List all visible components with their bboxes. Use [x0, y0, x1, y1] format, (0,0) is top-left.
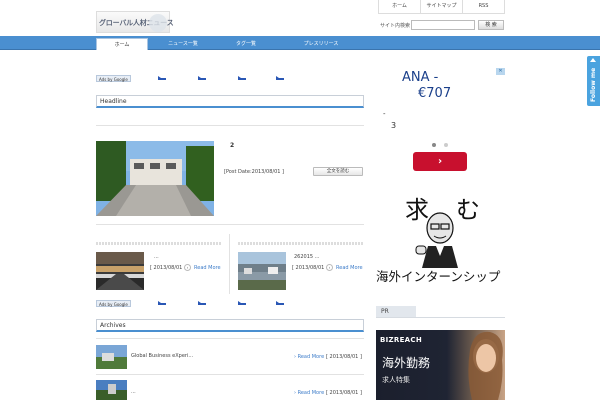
- divider: [96, 338, 364, 339]
- nav-tag-list[interactable]: タグ一覧: [222, 38, 270, 50]
- ad-link[interactable]: [276, 76, 284, 80]
- pr-divider: [376, 317, 505, 318]
- ad-line-b: 3: [391, 121, 397, 130]
- building-photo: [96, 141, 214, 216]
- divider: [96, 125, 364, 126]
- pr-subline: 求人特集: [382, 376, 410, 384]
- archive-thumbnail[interactable]: [96, 345, 127, 369]
- pr-label: PR: [376, 306, 416, 317]
- read-more-link[interactable]: Read More: [194, 265, 221, 271]
- ad-link[interactable]: [158, 301, 166, 305]
- read-more-label: Read More: [297, 390, 325, 396]
- headline-item-title[interactable]: 2: [230, 142, 234, 149]
- ad-internship-text: 海外インターンシップ: [376, 269, 501, 284]
- archive-item-date: [ 2013/08/01 ]: [326, 390, 362, 396]
- ad-link[interactable]: [198, 301, 206, 305]
- sub-article-photo[interactable]: [238, 252, 286, 290]
- carousel-dot-active[interactable]: [432, 143, 436, 147]
- top-links: ホーム サイトマップ RSS: [378, 0, 505, 14]
- ad-link[interactable]: [276, 301, 284, 305]
- pr-banner[interactable]: BIZREACH 海外勤務 求人特集: [376, 330, 505, 400]
- ad-link[interactable]: [238, 301, 246, 305]
- divider: [96, 242, 221, 245]
- divider: [96, 374, 364, 375]
- next-button[interactable]: ›: [413, 152, 467, 171]
- pr-brand: BIZREACH: [380, 336, 423, 344]
- sub-article-title[interactable]: 262015 ...: [294, 254, 319, 260]
- sub-article-date: [ 2013/08/01: [292, 265, 325, 271]
- headline-post-date: [Post Date:2013/08/01 ]: [224, 169, 284, 175]
- search-label: サイト内検索: [380, 23, 411, 29]
- top-link-home[interactable]: ホーム: [378, 0, 420, 13]
- top-link-sitemap[interactable]: サイトマップ: [420, 0, 462, 13]
- ads-by-google-badge[interactable]: Ads by Google: [96, 75, 131, 82]
- sub-article-title[interactable]: ...: [154, 254, 159, 260]
- model-photo: [468, 331, 503, 400]
- archive-item-title[interactable]: ...: [131, 389, 136, 395]
- nav-home[interactable]: ホーム: [96, 38, 148, 50]
- chevron-right-icon[interactable]: ›: [184, 264, 191, 271]
- read-more-link[interactable]: › Read More: [294, 354, 324, 360]
- ad-price-text: €707: [418, 86, 452, 101]
- archives-section-title: Archives: [96, 319, 364, 332]
- ad-airline-text: ANA -: [402, 70, 439, 85]
- headline-section-title: Headline: [96, 95, 364, 108]
- read-more-label: Read More: [297, 354, 325, 360]
- top-link-rss[interactable]: RSS: [462, 0, 505, 13]
- search-input[interactable]: [411, 20, 475, 30]
- headline-photo[interactable]: [96, 141, 214, 216]
- sub-article-photo[interactable]: [96, 252, 144, 290]
- read-more-link[interactable]: › Read More: [294, 390, 324, 396]
- globe-icon: [149, 14, 167, 32]
- recruiter-illustration: [415, 212, 458, 268]
- follow-me-tab[interactable]: Follow me: [587, 56, 600, 106]
- follow-me-label: Follow me: [590, 67, 597, 102]
- read-full-text-button[interactable]: 全文を読む: [313, 167, 363, 176]
- divider: [238, 242, 363, 245]
- arrow-up-icon: [590, 58, 596, 62]
- nav-press-release[interactable]: プレスリリース: [290, 38, 352, 50]
- chevron-right-icon[interactable]: ›: [326, 264, 333, 271]
- city-thumbnail: [96, 380, 127, 400]
- column-divider: [229, 234, 230, 294]
- site-logo[interactable]: グローバル人材ニュース: [96, 11, 174, 33]
- archive-thumbnail[interactable]: [96, 380, 127, 400]
- landscape-thumbnail: [96, 345, 127, 369]
- ads-by-google-badge[interactable]: Ads by Google: [96, 300, 131, 307]
- harbor-photo: [238, 252, 286, 290]
- close-icon[interactable]: ✕: [496, 68, 505, 75]
- ad-link[interactable]: [198, 76, 206, 80]
- archive-item-title[interactable]: Global Business eXperi...: [131, 353, 193, 359]
- archive-item-date: [ 2013/08/01 ]: [326, 354, 362, 360]
- carousel-dot[interactable]: [444, 143, 448, 147]
- ad-line-a: -: [383, 110, 386, 118]
- sub-article-date: [ 2013/08/01: [150, 265, 183, 271]
- ad-link[interactable]: [158, 76, 166, 80]
- search-button[interactable]: 検 索: [478, 20, 504, 30]
- read-more-link[interactable]: Read More: [336, 265, 363, 271]
- pr-headline: 海外勤務: [382, 356, 431, 370]
- train-station-photo: [96, 252, 144, 290]
- ad-link[interactable]: [238, 76, 246, 80]
- nav-news-list[interactable]: ニュース一覧: [158, 38, 208, 50]
- divider: [96, 224, 364, 225]
